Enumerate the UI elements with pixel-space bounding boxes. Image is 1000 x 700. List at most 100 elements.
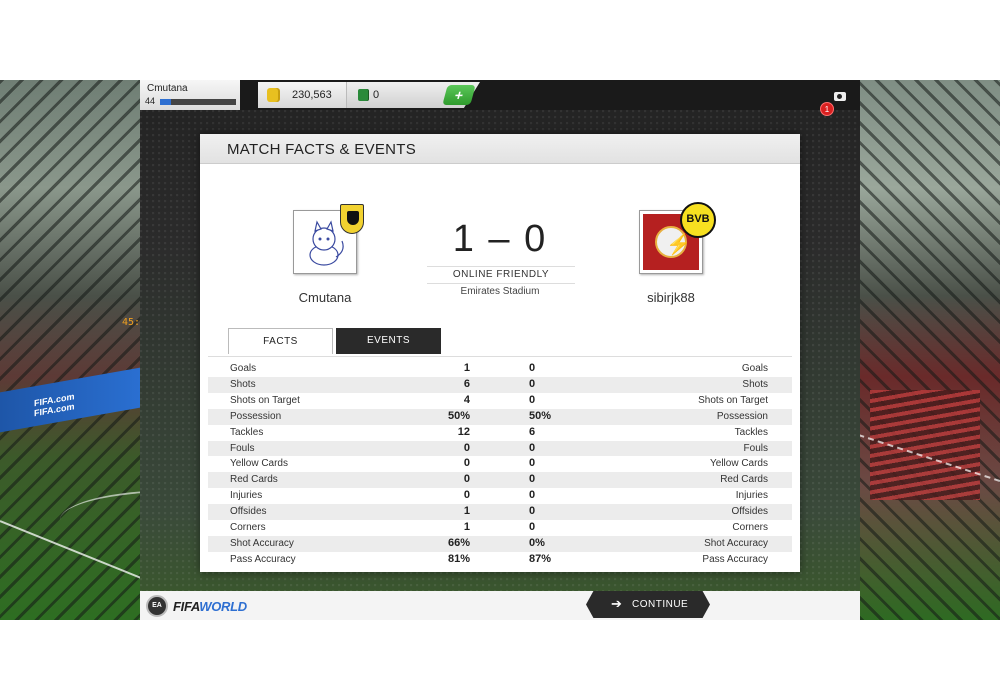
stat-label-away: Offsides — [731, 506, 769, 518]
stat-label-away: Shot Accuracy — [704, 537, 768, 549]
stat-label-home: Shot Accuracy — [230, 537, 294, 549]
stat-row: Goals 1 0 Goals — [208, 361, 792, 377]
points-icon — [358, 89, 368, 101]
stat-label-home: Pass Accuracy — [230, 553, 296, 565]
stat-value-home: 81% — [447, 552, 470, 565]
stat-label-away: Tackles — [734, 426, 768, 438]
stat-value-away: 0 — [529, 393, 536, 406]
continue-label: CONTINUE — [632, 599, 689, 610]
stat-value-home: 0 — [463, 457, 470, 470]
ea-logo-icon: EA — [146, 595, 168, 617]
stat-value-home: 66% — [447, 536, 470, 549]
stat-value-home: 4 — [463, 393, 470, 406]
logo-text-fifa: FIFA — [173, 599, 200, 614]
coins-value: 230,563 — [292, 89, 332, 101]
stat-value-away: 0 — [529, 505, 536, 518]
stat-label-away: Injuries — [735, 490, 768, 502]
logo-text-world: WORLD — [199, 599, 247, 614]
tab-events[interactable]: EVENTS — [336, 328, 441, 354]
stat-value-away: 0 — [529, 441, 536, 454]
stat-value-away: 0 — [529, 521, 536, 533]
stat-row: Possession 50% 50% Possession — [208, 408, 792, 425]
ad-board: FIFA.com FIFA.com — [0, 367, 140, 433]
stat-label-away: Shots — [742, 378, 768, 390]
panel-header: MATCH FACTS & EVENTS — [200, 134, 800, 164]
stat-value-home: 0 — [463, 441, 470, 454]
notification-badge[interactable]: 1 — [820, 102, 834, 116]
lightning-bolt-icon: ⚡ — [666, 234, 691, 256]
stat-label-away: Pass Accuracy — [702, 553, 768, 565]
stat-label-away: Corners — [732, 522, 768, 533]
points-value: 0 — [373, 89, 380, 101]
stat-label-home: Yellow Cards — [230, 458, 288, 470]
stat-value-away: 0 — [529, 473, 536, 486]
home-team-name: Cmutana — [298, 290, 352, 305]
stat-value-away: 0 — [529, 489, 536, 502]
username: Cmutana — [147, 83, 188, 94]
stat-value-away: 0 — [529, 377, 536, 390]
stat-label-home: Red Cards — [230, 474, 278, 486]
level-progress-bar — [160, 99, 236, 105]
stat-value-away: 50% — [529, 409, 552, 422]
away-team-name: sibirjk88 — [647, 290, 695, 305]
stat-row: Red Cards 0 0 Red Cards — [208, 472, 792, 489]
stat-row: Tackles 12 6 Tackles — [208, 425, 792, 441]
home-crest-icon — [340, 204, 364, 234]
stat-value-home: 1 — [463, 362, 470, 374]
stat-label-home: Shots on Target — [230, 394, 300, 406]
stat-label-home: Tackles — [230, 426, 264, 438]
stat-row: Yellow Cards 0 0 Yellow Cards — [208, 456, 792, 472]
stat-value-home: 1 — [463, 505, 470, 518]
away-crest-icon: BVB — [680, 202, 716, 238]
arrow-right-icon: ➔ — [611, 596, 623, 611]
stat-label-away: Possession — [716, 410, 768, 422]
continue-button[interactable]: ➔ CONTINUE — [586, 591, 710, 618]
level-progress-fill — [160, 99, 172, 105]
stat-value-home: 50% — [447, 409, 470, 422]
stat-label-away: Goals — [741, 363, 768, 374]
stat-value-away: 0 — [529, 457, 536, 470]
fifa-world-logo: FIFAWORLD — [173, 599, 247, 614]
add-points-button[interactable]: + — [442, 85, 476, 105]
stat-row: Injuries 0 0 Injuries — [208, 488, 792, 504]
stats-table: Goals 1 0 Goals Shots 6 0 Shots Shots on Target 4… — [208, 356, 792, 568]
camera-icon[interactable] — [834, 92, 846, 101]
stat-value-home: 1 — [463, 521, 470, 533]
stat-label-home: Possession — [230, 410, 282, 422]
stat-value-away: 0% — [529, 536, 545, 549]
stat-label-away: Shots on Target — [698, 394, 768, 406]
stat-value-away: 0 — [529, 362, 536, 374]
top-bar: Cmutana 44 230,563 0 + 1 — [140, 80, 860, 116]
stat-label-away: Fouls — [743, 442, 768, 454]
stat-row: Shot Accuracy 66% 0% Shot Accuracy — [208, 535, 792, 552]
stat-row: Offsides 1 0 Offsides — [208, 504, 792, 520]
stat-row: Fouls 0 0 Fouls — [208, 440, 792, 457]
coin-icon — [267, 88, 278, 102]
stat-label-away: Red Cards — [720, 474, 768, 486]
stat-value-home: 6 — [463, 377, 470, 390]
profile-panel[interactable]: Cmutana 44 — [140, 80, 240, 110]
page-title: MATCH FACTS & EVENTS — [227, 141, 417, 158]
stat-value-home: 0 — [463, 473, 470, 486]
stat-label-away: Yellow Cards — [710, 458, 768, 470]
match-type: ONLINE FRIENDLY — [427, 266, 575, 284]
tab-facts[interactable]: FACTS — [228, 328, 333, 354]
stat-row: Shots on Target 4 0 Shots on Target — [208, 393, 792, 409]
stat-value-away: 6 — [529, 425, 536, 438]
stat-row: Corners 1 0 Corners — [208, 520, 792, 536]
stat-value-home: 0 — [463, 489, 470, 502]
stat-value-home: 12 — [457, 425, 470, 438]
stat-label-home: Offsides — [230, 506, 267, 518]
game-screen: FIFA.com FIFA.com 45:00 Cmutana 44 230,5… — [0, 80, 1000, 620]
stadium-right-stand — [809, 80, 1000, 620]
level-number: 44 — [145, 96, 156, 106]
stadium-name: Emirates Stadium — [460, 286, 540, 297]
stat-label-home: Fouls — [230, 442, 255, 454]
bottom-bar: EA FIFAWORLD ➔ CONTINUE — [140, 591, 860, 620]
stat-label-home: Corners — [230, 522, 266, 533]
stat-label-home: Goals — [230, 363, 257, 374]
stadium-left-stand: FIFA.com FIFA.com 45:00 — [0, 80, 390, 620]
match-score: 1 – 0 — [452, 218, 548, 260]
stat-row: Pass Accuracy 81% 87% Pass Accuracy — [208, 552, 792, 568]
stat-label-home: Injuries — [230, 490, 263, 502]
